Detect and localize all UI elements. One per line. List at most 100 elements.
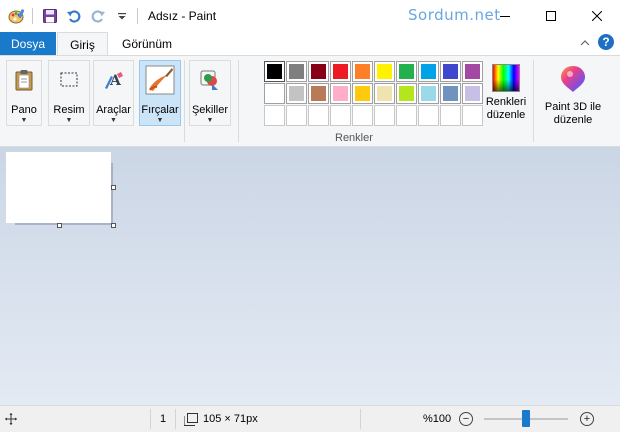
color-swatch[interactable] [440,61,461,82]
custom-color-swatch[interactable] [440,105,461,126]
drawing-canvas[interactable] [6,152,111,223]
custom-color-swatch[interactable] [374,105,395,126]
brush-icon [144,64,176,96]
zoom-in-wrapper: + [580,406,594,432]
custom-color-swatch[interactable] [396,105,417,126]
color-swatch[interactable] [308,61,329,82]
custom-color-swatch[interactable] [462,105,483,126]
color-swatch[interactable] [352,61,373,82]
color-swatch[interactable] [374,61,395,82]
toolbar-separator [32,8,33,24]
edit-colors-label-line2: düzenle [486,109,526,121]
group-separator [533,60,534,142]
color-swatch[interactable] [264,83,285,104]
redo-icon[interactable] [87,5,109,27]
resize-handle-bottom[interactable] [57,223,62,228]
custom-color-swatch[interactable] [264,105,285,126]
dropdown-arrow-icon: ▼ [206,117,214,124]
quick-access-toolbar [0,0,144,32]
resize-handle-corner[interactable] [111,223,116,228]
maximize-icon [546,11,556,21]
color-swatch[interactable] [440,83,461,104]
resize-handle-right[interactable] [111,185,116,190]
zoom-in-button[interactable]: + [580,412,594,426]
paint3d-label-line1: Paint 3D ile [544,101,602,113]
help-button[interactable]: ? [598,34,614,50]
pano-button[interactable]: Pano ▼ [6,60,42,126]
araclar-button[interactable]: A Araçlar ▼ [93,60,134,126]
zoom-out-button[interactable]: − [459,412,473,426]
color-swatch-fill [377,86,392,101]
color-swatch[interactable] [330,83,351,104]
custom-color-swatch[interactable] [330,105,351,126]
group-separator [184,60,185,142]
undo-icon[interactable] [63,5,85,27]
color-swatch-fill [333,86,348,101]
color-swatch-fill [399,64,414,79]
color-swatch[interactable] [374,83,395,104]
color-swatch-fill [267,86,282,101]
move-cursor-icon [5,406,17,432]
dropdown-arrow-icon: ▼ [110,117,117,124]
color-swatch-fill [355,86,370,101]
ribbon-tab-row: Dosya Giriş Görünüm ? [0,32,620,56]
color-swatch[interactable] [286,83,307,104]
paint-palette-icon[interactable] [6,5,28,27]
fircalar-button[interactable]: Fırçalar ▼ [139,60,181,126]
canvas-size-icon [184,406,198,432]
ribbon: Pano ▼ Resim ▼ A Araçlar ▼ Fırçalar ▼ Şe… [0,55,620,147]
chevron-down-icon[interactable] [111,5,133,27]
zoom-level: %100 [423,413,452,425]
resim-label: Resim [53,104,85,116]
color-swatch-fill [333,64,348,79]
color-swatch[interactable] [330,61,351,82]
color-swatch-fill [267,64,282,79]
selection-count: 1 [160,413,167,425]
status-separator [150,409,151,429]
color-swatch[interactable] [418,61,439,82]
color-swatch-fill [443,86,458,101]
zoom-out-wrapper: − [459,406,473,432]
shapes-icon [194,64,226,96]
color-swatch-fill [289,86,304,101]
custom-color-swatch[interactable] [308,105,329,126]
close-button[interactable] [574,0,620,32]
edit-colors-label-line1: Renkleri [485,96,527,108]
minimize-button[interactable] [482,0,528,32]
color-swatch-fill [399,86,414,101]
color-swatch[interactable] [462,83,483,104]
color-swatch-fill [421,64,436,79]
color-swatch[interactable] [308,83,329,104]
custom-color-swatch[interactable] [418,105,439,126]
tab-gorunum[interactable]: Görünüm [112,32,182,55]
edit-colors-button[interactable]: Renkleri düzenle [484,61,528,122]
paint3d-icon [559,64,587,97]
dropdown-arrow-icon: ▼ [65,117,73,124]
group-separator [238,60,239,142]
fircalar-label: Fırçalar [141,104,179,116]
resim-button[interactable]: Resim ▼ [48,60,90,126]
select-icon [53,64,85,96]
color-swatch[interactable] [396,83,417,104]
color-swatch[interactable] [286,61,307,82]
status-separator [360,409,361,429]
canvas-workspace[interactable] [0,147,620,405]
custom-color-swatch[interactable] [352,105,373,126]
save-icon[interactable] [39,5,61,27]
zoom-slider-thumb[interactable] [522,410,530,427]
maximize-button[interactable] [528,0,574,32]
canvas-size-readout: 105 × 71px [203,413,258,425]
color-swatch-fill [377,64,392,79]
color-swatch[interactable] [396,61,417,82]
sekiller-button[interactable]: Şekiller ▼ [189,60,231,126]
tab-dosya[interactable]: Dosya [0,32,56,55]
color-swatch[interactable] [418,83,439,104]
tab-giris[interactable]: Giriş [57,32,108,56]
paint3d-button[interactable]: Paint 3D ile düzenle [540,61,606,127]
color-swatch[interactable] [462,61,483,82]
color-swatch[interactable] [352,83,373,104]
color-swatch-fill [443,64,458,79]
color-swatch[interactable] [264,61,285,82]
chevron-up-icon[interactable] [578,35,592,49]
custom-color-swatch[interactable] [286,105,307,126]
